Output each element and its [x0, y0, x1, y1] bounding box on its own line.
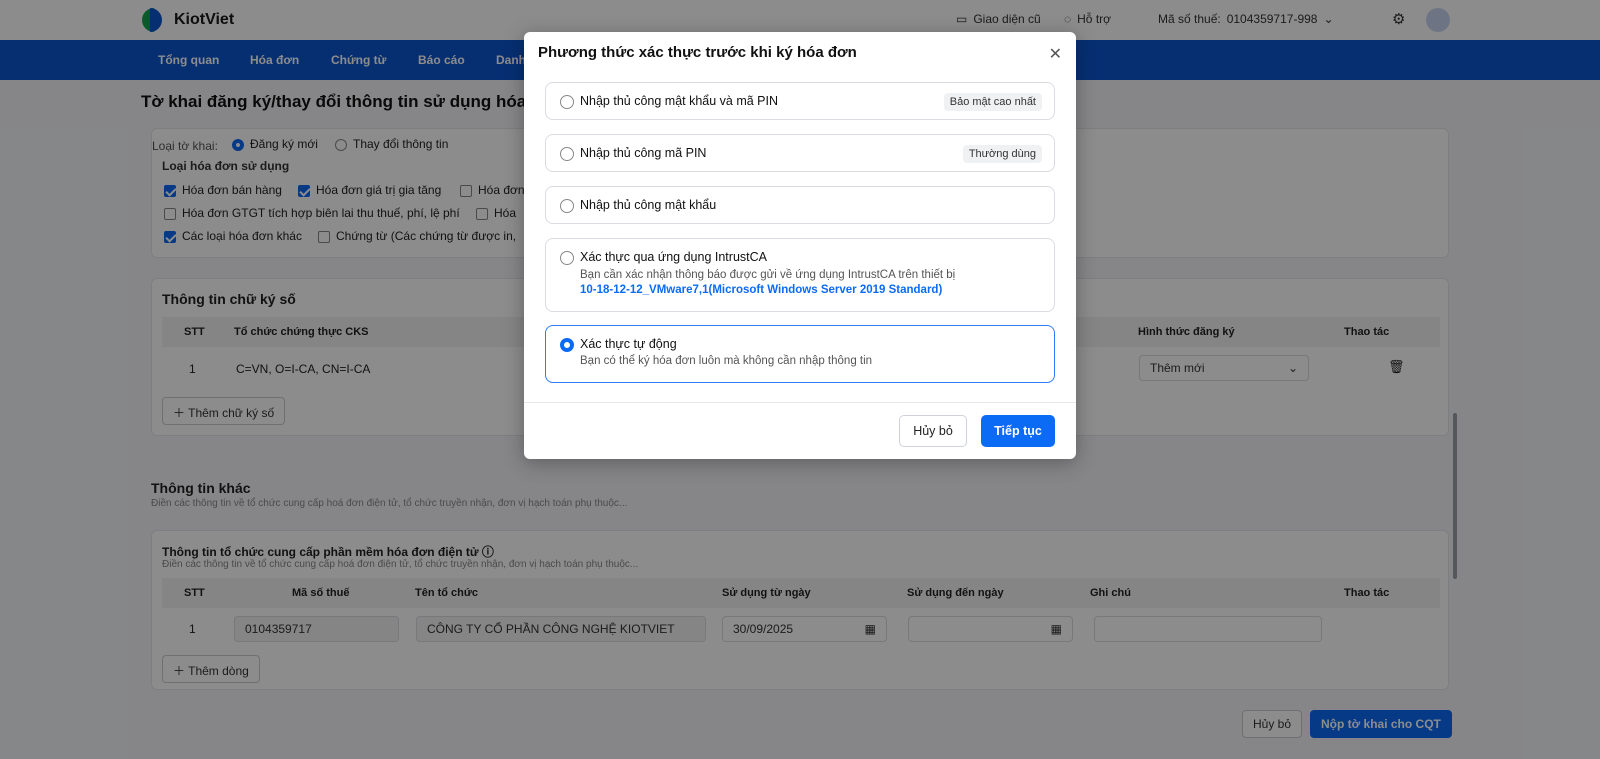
radio-button[interactable]: [560, 251, 574, 265]
radio-button-selected[interactable]: [560, 338, 574, 352]
security-badge: Bảo mật cao nhất: [943, 93, 1042, 111]
device-name: 10-18-12-12_VMware7,1(Microsoft Windows …: [580, 284, 943, 296]
modal-cancel-button[interactable]: Hủy bỏ: [899, 415, 967, 447]
option-auto[interactable]: Xác thực tự động Bạn có thể ký hóa đơn l…: [545, 325, 1055, 383]
radio-button[interactable]: [560, 147, 574, 161]
continue-button[interactable]: Tiếp tục: [981, 415, 1055, 447]
option-pin[interactable]: Nhập thủ công mã PIN Thường dùng: [545, 134, 1055, 172]
modal-title: Phương thức xác thực trước khi ký hóa đơ…: [538, 44, 857, 61]
common-badge: Thường dùng: [962, 145, 1042, 163]
option-intrustca[interactable]: Xác thực qua ứng dụng IntrustCA Bạn cần …: [545, 238, 1055, 312]
option-password[interactable]: Nhập thủ công mật khẩu: [545, 186, 1055, 224]
radio-button[interactable]: [560, 199, 574, 213]
option-password-pin[interactable]: Nhập thủ công mật khẩu và mã PIN Bảo mật…: [545, 82, 1055, 120]
auth-method-modal: Phương thức xác thực trước khi ký hóa đơ…: [524, 32, 1076, 459]
radio-button[interactable]: [560, 95, 574, 109]
close-icon[interactable]: ✕: [1049, 44, 1062, 64]
modal-divider: [524, 402, 1076, 403]
